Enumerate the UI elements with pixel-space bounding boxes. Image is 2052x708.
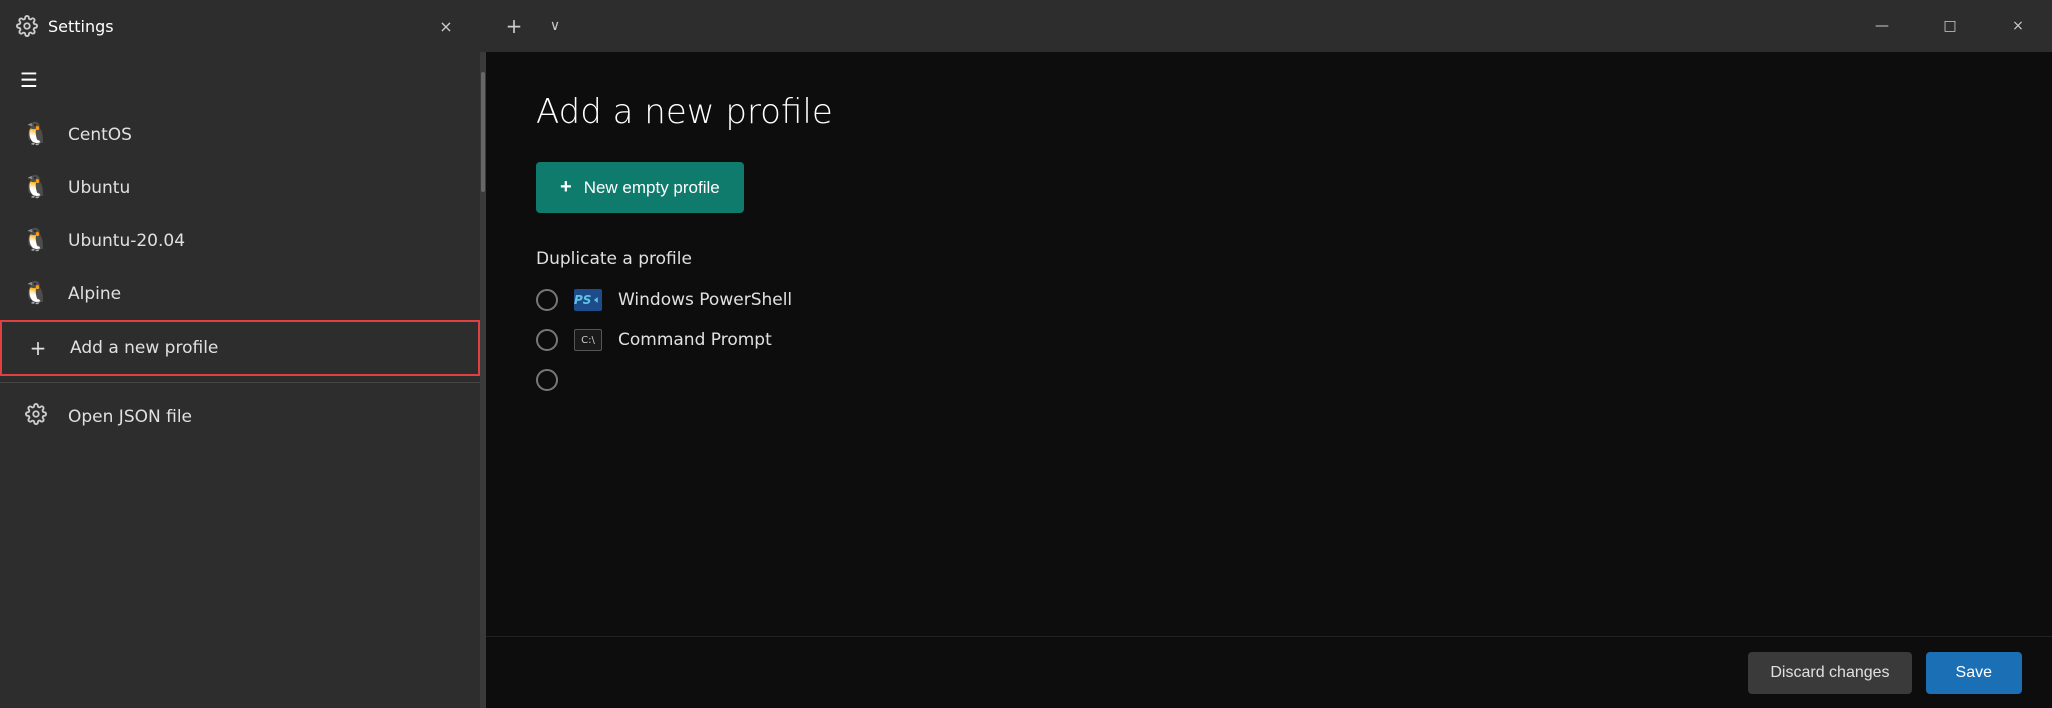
sidebar-item-add-profile[interactable]: + Add a new profile: [0, 320, 480, 376]
sidebar-item-ubuntu2004[interactable]: 🐧 Ubuntu-20.04: [0, 214, 480, 267]
page-title: Add a new profile: [536, 92, 2002, 132]
powershell-name: Windows PowerShell: [618, 290, 792, 310]
sidebar-label-alpine: Alpine: [68, 284, 121, 304]
new-empty-profile-label: New empty profile: [584, 178, 720, 198]
window-controls: — □ ×: [1848, 0, 2052, 52]
profile-option-cmd[interactable]: C:\ Command Prompt: [536, 329, 2002, 351]
sidebar-label-json: Open JSON file: [68, 407, 192, 427]
radio-partial[interactable]: [536, 369, 558, 391]
discard-changes-button[interactable]: Discard changes: [1748, 652, 1911, 694]
profile-option-powershell[interactable]: PS Windows PowerShell: [536, 289, 2002, 311]
tab-dropdown-button[interactable]: ∨: [540, 8, 570, 44]
profile-option-partial[interactable]: [536, 369, 2002, 391]
new-profile-plus-icon: +: [560, 176, 572, 199]
bottom-bar: Discard changes Save: [486, 636, 2052, 708]
json-gear-icon: [22, 403, 50, 431]
sidebar-item-alpine[interactable]: 🐧 Alpine: [0, 267, 480, 320]
sidebar-divider: [0, 382, 480, 383]
sidebar-item-ubuntu[interactable]: 🐧 Ubuntu: [0, 161, 480, 214]
new-empty-profile-button[interactable]: + New empty profile: [536, 162, 744, 213]
radio-powershell[interactable]: [536, 289, 558, 311]
sidebar-item-centos[interactable]: 🐧 CentOS: [0, 108, 480, 161]
maximize-button[interactable]: □: [1916, 0, 1984, 52]
radio-cmd[interactable]: [536, 329, 558, 351]
powershell-icon: PS: [574, 289, 602, 311]
ubuntu2004-icon: 🐧: [22, 228, 50, 253]
content-area: Add a new profile + New empty profile Du…: [486, 52, 2052, 708]
save-button[interactable]: Save: [1926, 652, 2022, 694]
cmd-icon: C:\: [574, 329, 602, 351]
ubuntu-icon: 🐧: [22, 175, 50, 200]
add-profile-icon: +: [24, 336, 52, 360]
centos-icon: 🐧: [22, 122, 50, 147]
minimize-button[interactable]: —: [1848, 0, 1916, 52]
sidebar-label-add-profile: Add a new profile: [70, 338, 218, 358]
close-button[interactable]: ×: [1984, 0, 2052, 52]
main-area: ☰ 🐧 CentOS 🐧 Ubuntu 🐧 Ubuntu-20.04 🐧 Alp…: [0, 52, 2052, 708]
window: Settings × + ∨ — □ × ☰ 🐧 CentOS 🐧 Ubuntu: [0, 0, 2052, 708]
sidebar-label-ubuntu: Ubuntu: [68, 178, 130, 198]
sidebar-item-open-json[interactable]: Open JSON file: [0, 389, 480, 445]
sidebar-label-centos: CentOS: [68, 125, 132, 145]
alpine-icon: 🐧: [22, 281, 50, 306]
sidebar-menu-icon[interactable]: ☰: [0, 52, 480, 108]
sidebar-label-ubuntu2004: Ubuntu-20.04: [68, 231, 185, 251]
sidebar: ☰ 🐧 CentOS 🐧 Ubuntu 🐧 Ubuntu-20.04 🐧 Alp…: [0, 52, 480, 708]
new-tab-button[interactable]: +: [496, 8, 532, 44]
cmd-name: Command Prompt: [618, 330, 772, 350]
titlebar-tab-area: + ∨: [480, 8, 1848, 44]
titlebar: Settings × + ∨ — □ ×: [0, 0, 2052, 52]
scroll-thumb: [481, 72, 485, 192]
titlebar-title: Settings: [48, 17, 114, 36]
titlebar-left: Settings ×: [0, 8, 480, 44]
titlebar-tab-close[interactable]: ×: [428, 8, 464, 44]
duplicate-label: Duplicate a profile: [536, 249, 2002, 269]
gear-icon: [16, 15, 38, 37]
